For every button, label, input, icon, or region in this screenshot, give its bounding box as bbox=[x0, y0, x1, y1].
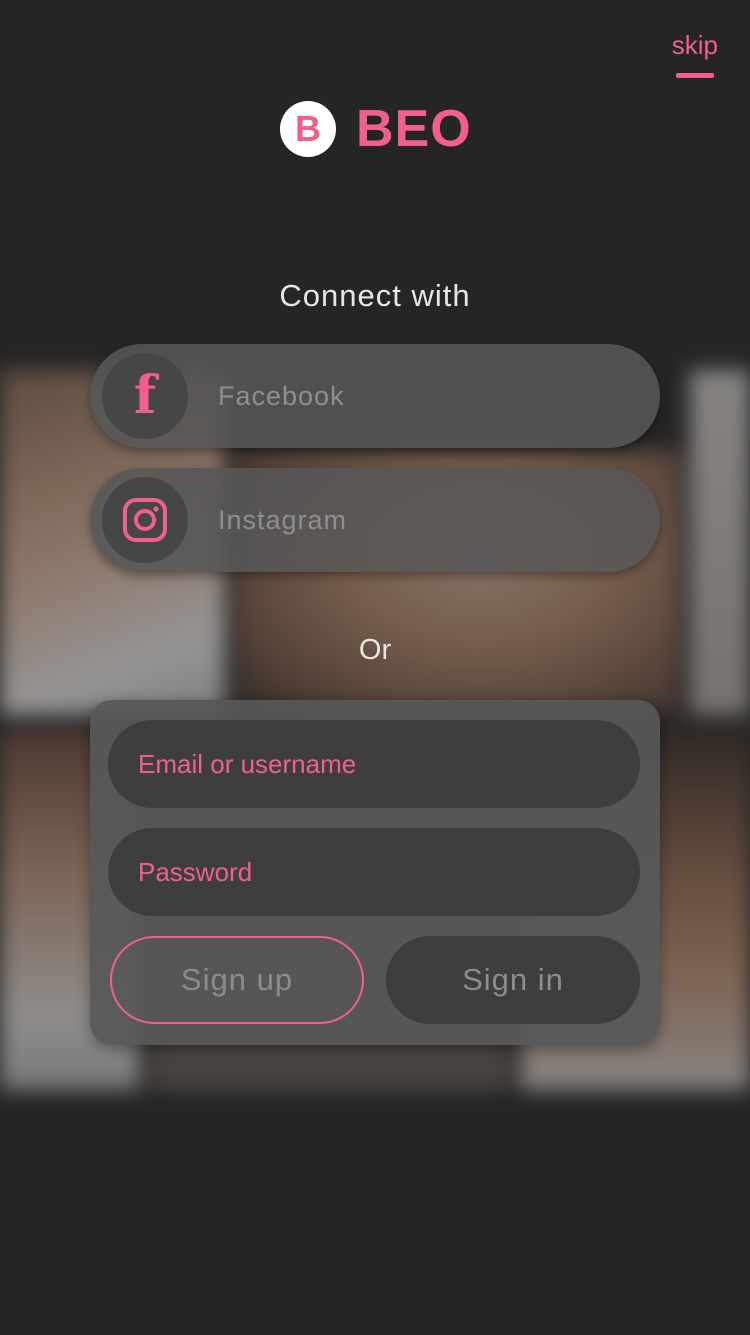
instagram-icon bbox=[102, 477, 188, 563]
skip-underline bbox=[675, 73, 714, 78]
signin-label: Sign in bbox=[462, 962, 564, 997]
instagram-label: Instagram bbox=[218, 504, 348, 535]
facebook-icon: f bbox=[102, 353, 188, 439]
signup-button[interactable]: Sign up bbox=[110, 936, 364, 1024]
facebook-login-button[interactable]: f Facebook bbox=[90, 344, 660, 448]
logo-badge-icon: B bbox=[280, 101, 336, 157]
or-divider: Or bbox=[358, 634, 392, 666]
skip-label: skip bbox=[671, 30, 718, 60]
instagram-login-button[interactable]: Instagram bbox=[90, 468, 660, 572]
connect-title: Connect with bbox=[279, 278, 471, 313]
signup-label: Sign up bbox=[180, 962, 294, 997]
app-logo: B BEO bbox=[280, 100, 472, 158]
signin-button[interactable]: Sign in bbox=[386, 936, 640, 1024]
email-field[interactable] bbox=[108, 720, 640, 808]
password-field[interactable] bbox=[108, 828, 640, 916]
facebook-label: Facebook bbox=[218, 380, 345, 411]
brand-name: BEO bbox=[356, 100, 472, 158]
login-form-panel: Sign up Sign in bbox=[90, 700, 660, 1045]
skip-button[interactable]: skip bbox=[672, 30, 718, 78]
